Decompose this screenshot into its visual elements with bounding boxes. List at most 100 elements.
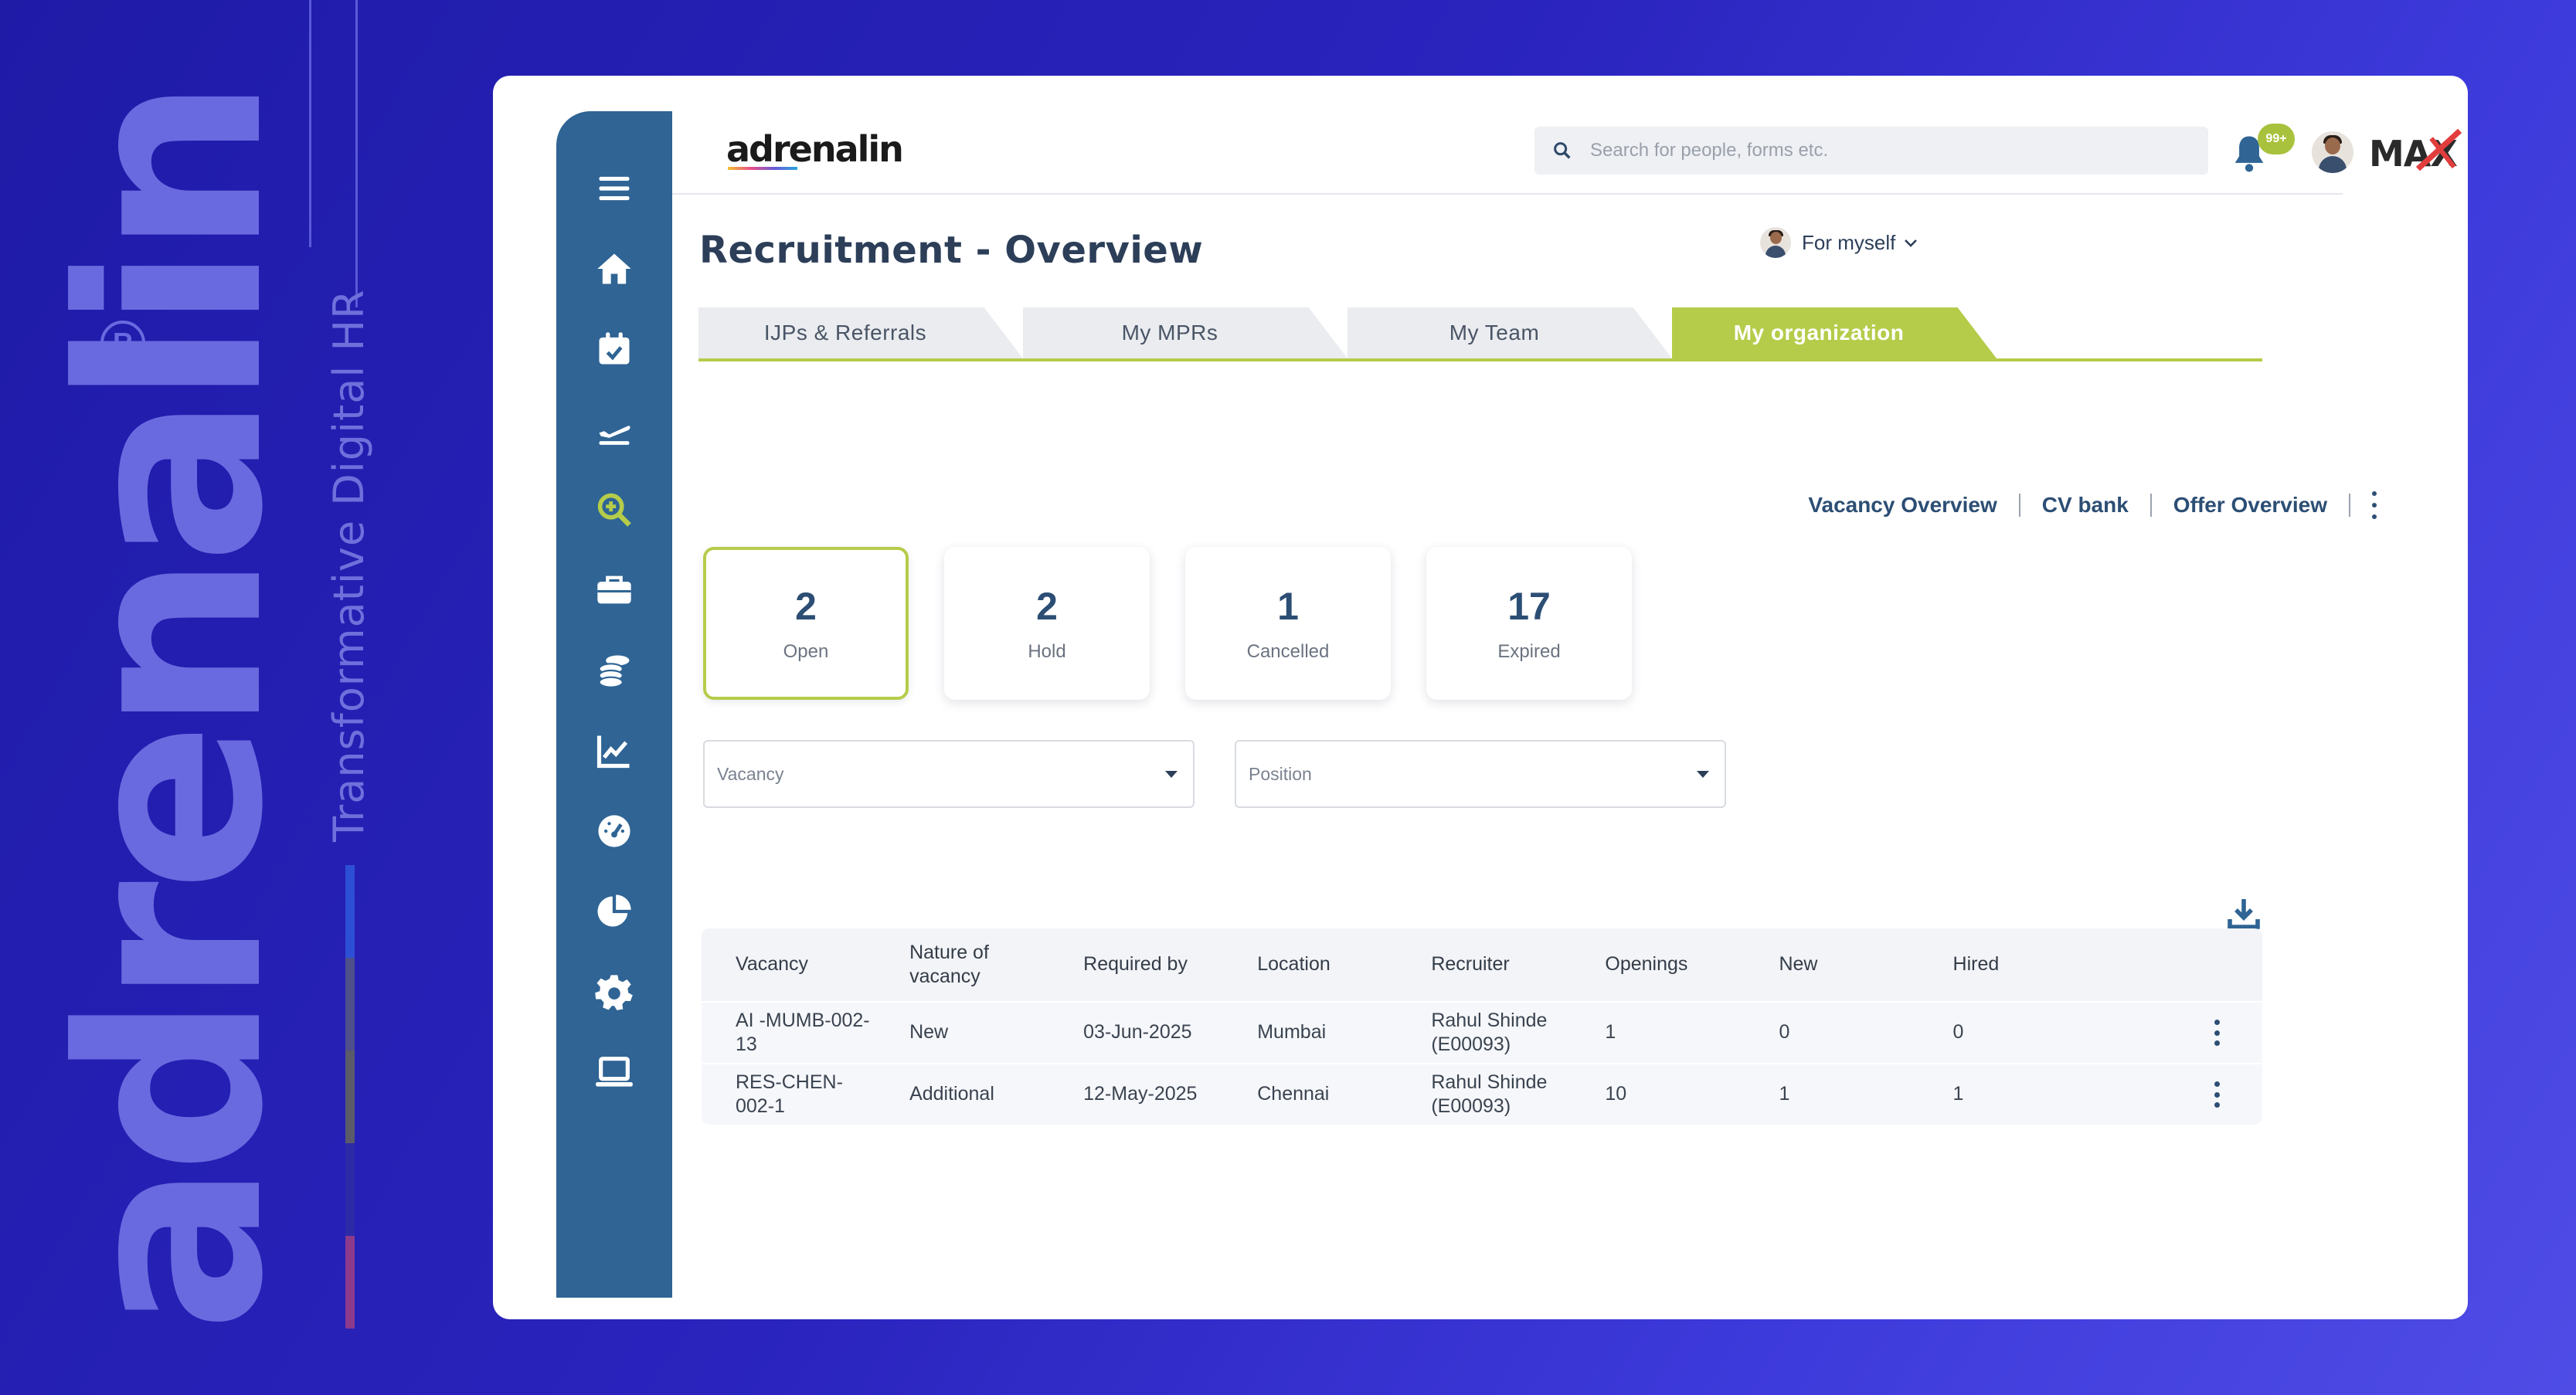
stat-value: 2: [795, 585, 817, 628]
logo-underline: [728, 167, 797, 170]
notification-badge[interactable]: 99+: [2258, 124, 2295, 154]
table-cell: 0: [1779, 1021, 1790, 1044]
stat-label: Hold: [1028, 641, 1066, 662]
stat-card-cancelled[interactable]: 1 Cancelled: [1185, 547, 1391, 700]
color-bar: [345, 1143, 355, 1236]
chart-line-icon[interactable]: [585, 721, 644, 780]
brand-wordmark: adrenalin: [25, 87, 318, 1332]
company-logo-mark: [2415, 128, 2462, 171]
cv-bank-link[interactable]: CV bank: [2042, 493, 2129, 518]
search-icon: [1554, 142, 1571, 159]
table-cell: 10: [1605, 1083, 1627, 1105]
table-cell: Rahul Shinde (E00093): [1431, 1071, 1548, 1117]
stat-value: 17: [1507, 585, 1551, 628]
table-cell: AI -MUMB-002-13: [736, 1009, 870, 1055]
vacancy-overview-link[interactable]: Vacancy Overview: [1808, 493, 1997, 518]
vacancy-select[interactable]: Vacancy: [703, 740, 1195, 808]
stat-value: 2: [1036, 585, 1058, 628]
stat-label: Open: [783, 641, 829, 662]
table-cell: New: [909, 1021, 949, 1044]
color-bar: [345, 958, 355, 1050]
column-header[interactable]: Hired: [1919, 952, 2093, 976]
row-actions: [2093, 1081, 2262, 1108]
caret-down-icon: [1165, 770, 1178, 778]
tab-my-organization[interactable]: My organization: [1672, 307, 1997, 358]
tab-bar: IJPs & Referrals My MPRs My Team My orga…: [698, 307, 2262, 361]
search-box[interactable]: [1534, 127, 2208, 175]
table-cell: 1: [1952, 1083, 1964, 1105]
vacancy-select-placeholder: Vacancy: [717, 763, 784, 784]
column-header[interactable]: Nature of vacancy: [875, 941, 1049, 989]
laptop-icon[interactable]: [585, 1043, 644, 1101]
table-cell: 03-Jun-2025: [1083, 1021, 1192, 1044]
table-cell: RES-CHEN-002-1: [736, 1071, 843, 1117]
tab-my-mprs[interactable]: My MPRs: [1023, 307, 1347, 358]
scope-selector[interactable]: For myself: [1760, 227, 1920, 258]
sidebar: [556, 111, 672, 1298]
offer-overview-link[interactable]: Offer Overview: [2173, 493, 2327, 518]
home-icon[interactable]: [585, 239, 644, 298]
stat-card-hold[interactable]: 2 Hold: [944, 547, 1150, 700]
color-bar: [345, 1236, 355, 1329]
table-row[interactable]: RES-CHEN-002-1 Additional 12-May-2025 Ch…: [702, 1063, 2262, 1125]
calendar-check-icon[interactable]: [585, 320, 644, 378]
pie-chart-icon[interactable]: [585, 882, 644, 941]
scope-selector-label: For myself: [1802, 230, 1896, 254]
more-options-icon[interactable]: [2214, 1020, 2221, 1046]
tab-ijps-referrals[interactable]: IJPs & Referrals: [698, 307, 1023, 358]
tab-underline: [698, 358, 2262, 361]
divider-line: [355, 0, 358, 307]
flight-icon[interactable]: [585, 400, 644, 459]
coins-icon[interactable]: [585, 641, 644, 700]
table-cell: Chennai: [1257, 1083, 1330, 1105]
table-cell: 12-May-2025: [1083, 1083, 1198, 1105]
gauge-icon[interactable]: [585, 802, 644, 860]
vacancy-table: Vacancy Nature of vacancy Required by Lo…: [702, 928, 2262, 1125]
table-cell: 1: [1779, 1083, 1790, 1105]
download-icon[interactable]: [2225, 894, 2262, 932]
stat-label: Cancelled: [1246, 641, 1330, 662]
column-header[interactable]: Location: [1223, 952, 1397, 976]
tab-my-team[interactable]: My Team: [1347, 307, 1672, 358]
column-header[interactable]: New: [1745, 952, 1918, 976]
gear-icon[interactable]: [585, 962, 644, 1021]
column-header[interactable]: Openings: [1571, 952, 1745, 976]
divider: [2149, 494, 2152, 517]
divider: [2018, 494, 2020, 517]
column-header[interactable]: Recruiter: [1397, 952, 1571, 976]
table-cell: Additional: [909, 1083, 994, 1105]
briefcase-icon[interactable]: [585, 561, 644, 619]
more-options-icon[interactable]: [2214, 1081, 2221, 1108]
brand-color-bars: [345, 865, 355, 1329]
search-plus-icon[interactable]: [585, 480, 644, 539]
app-window: adrenalin 99+ MAX Recruitment - Overview…: [493, 76, 2468, 1319]
divider: [2349, 494, 2350, 517]
color-bar: [345, 865, 355, 958]
chevron-down-icon: [1905, 239, 1918, 247]
row-actions: [2093, 1020, 2262, 1046]
table-header: Vacancy Nature of vacancy Required by Lo…: [702, 928, 2262, 1001]
column-header[interactable]: Vacancy: [702, 952, 875, 976]
search-input[interactable]: [1590, 140, 2177, 161]
column-header[interactable]: Required by: [1049, 952, 1223, 976]
color-bar: [345, 1050, 355, 1143]
top-bar: adrenalin 99+ MAX: [672, 111, 2462, 195]
avatar[interactable]: [2312, 131, 2353, 173]
stat-value: 1: [1277, 585, 1299, 628]
menu-icon[interactable]: [585, 159, 644, 218]
table-cell: Rahul Shinde (E00093): [1431, 1009, 1548, 1055]
stat-card-expired[interactable]: 17 Expired: [1426, 547, 1632, 700]
more-options-icon[interactable]: [2372, 491, 2378, 519]
table-cell: 1: [1605, 1021, 1616, 1044]
sub-navigation: Vacancy Overview CV bank Offer Overview: [1667, 485, 2378, 525]
avatar: [1760, 227, 1791, 258]
position-select-placeholder: Position: [1249, 763, 1312, 784]
stat-card-open[interactable]: 2 Open: [703, 547, 909, 700]
app-logo[interactable]: adrenalin: [726, 128, 904, 170]
table-cell: Mumbai: [1257, 1021, 1327, 1044]
brand-tagline: Transformative Digital HR: [325, 289, 373, 842]
page-title: Recruitment - Overview: [699, 229, 1204, 272]
table-row[interactable]: AI -MUMB-002-13 New 03-Jun-2025 Mumbai R…: [702, 1001, 2262, 1063]
position-select[interactable]: Position: [1235, 740, 1726, 808]
table-cell: 0: [1952, 1021, 1964, 1044]
